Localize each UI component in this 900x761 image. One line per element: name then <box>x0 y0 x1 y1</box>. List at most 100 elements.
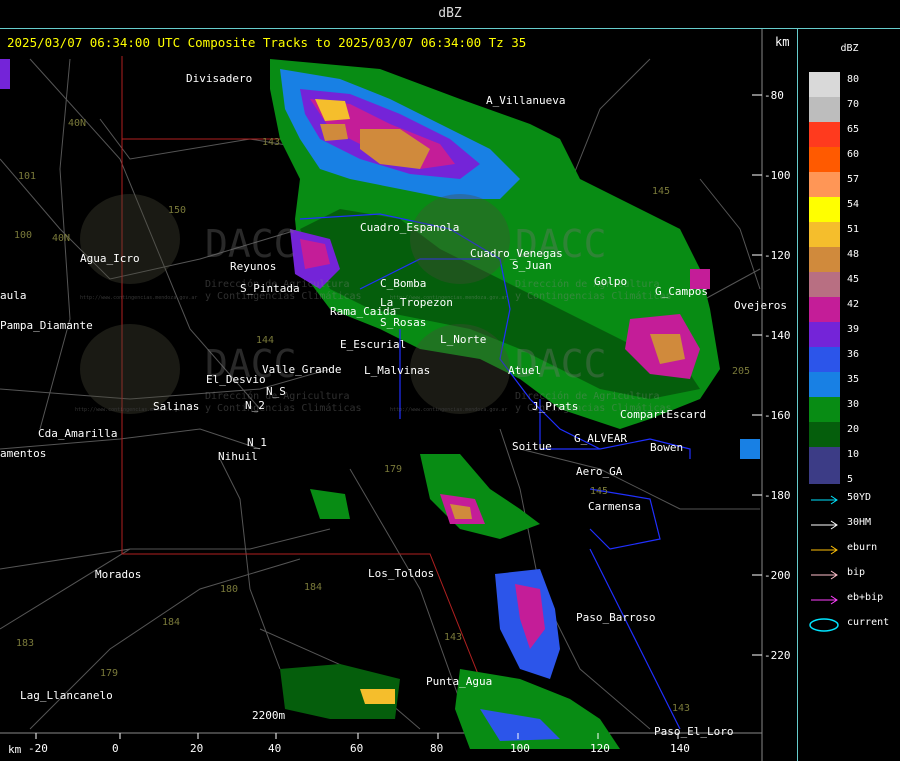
place-label: aula <box>0 289 27 302</box>
legend-track-label: current <box>847 617 890 628</box>
x-tick-label: 20 <box>190 742 203 755</box>
route-label: 184 <box>304 582 322 593</box>
place-label: El_Desvio <box>206 373 266 386</box>
place-label: Paso_El_Loro <box>654 725 733 738</box>
route-label: 145 <box>652 186 670 197</box>
place-label: Golpo <box>594 275 627 288</box>
legend-swatch <box>809 197 840 222</box>
watermark-url-1: http://www.contingencias.mendoza.gov.ar <box>80 295 197 301</box>
unit-label-bottom: km <box>8 743 22 756</box>
y-tick-label: -80 <box>764 89 784 102</box>
route-label: 143 <box>262 137 280 148</box>
place-label: Soitue <box>512 440 552 453</box>
title-bar: dBZ <box>0 0 900 29</box>
x-tick-label: 120 <box>590 742 610 755</box>
place-label: La_Tropezon <box>380 296 453 309</box>
x-tick-label: 80 <box>430 742 443 755</box>
legend-swatch <box>809 122 840 147</box>
track-arrow-icon <box>811 545 838 555</box>
place-label: Salinas <box>153 400 199 413</box>
y-tick-label: -220 <box>764 649 791 662</box>
legend-value: 80 <box>847 74 860 85</box>
place-label: CompartEscard <box>620 408 706 421</box>
legend-swatch <box>809 97 840 122</box>
place-label: Ovejeros <box>734 299 787 312</box>
route-label: 150 <box>168 205 186 216</box>
legend-track-50yd: 50YD <box>809 492 899 508</box>
place-label: A_Villanueva <box>486 94 565 107</box>
route-label: 145 <box>590 486 608 497</box>
legend-track-30hm: 30HM <box>809 517 899 533</box>
legend-value: 35 <box>847 374 860 385</box>
legend-value: 30 <box>847 399 860 410</box>
place-label: Valle_Grande <box>262 363 341 376</box>
place-label: Divisadero <box>186 72 252 85</box>
legend-value: 54 <box>847 199 860 210</box>
place-label: Carmensa <box>588 500 641 513</box>
track-arrow-icon <box>811 570 838 580</box>
y-tick-label: -160 <box>764 409 791 422</box>
place-label: Los_Toldos <box>368 567 434 580</box>
legend-value: 60 <box>847 149 860 160</box>
y-tick-label: -180 <box>764 489 791 502</box>
place-label: Cda_Amarilla <box>38 427 117 440</box>
route-label: 40N <box>68 118 86 129</box>
route-label: 143 <box>444 632 462 643</box>
watermark-sub2-3: y Contingencias Climáticas <box>515 290 672 302</box>
place-label: Nihuil <box>218 450 258 463</box>
route-label: 180 <box>220 584 238 595</box>
x-tick-label: 0 <box>112 742 119 755</box>
place-label: Paso_Barroso <box>576 611 655 624</box>
watermark-sub1-3: Dirección de Agricultura <box>515 278 660 290</box>
x-tick-label: 40 <box>268 742 281 755</box>
place-label: Agua_Icro <box>80 252 140 265</box>
legend-track-current: current <box>809 617 899 633</box>
x-tick-label: 60 <box>350 742 363 755</box>
unit-label-top: km <box>775 35 790 49</box>
place-label: Bowen <box>650 441 683 454</box>
legend-swatch <box>809 347 840 372</box>
place-label: N_1 <box>247 436 267 449</box>
place-label: 2200m <box>252 709 285 722</box>
place-label: Morados <box>95 568 141 581</box>
place-label: Cuadro_Venegas <box>470 247 563 260</box>
route-label: 100 <box>14 230 32 241</box>
map-headline: 2025/03/07 06:34:00 UTC Composite Tracks… <box>7 35 527 50</box>
y-tick-label: -120 <box>764 249 791 262</box>
legend-track-bip: bip <box>809 567 899 583</box>
legend-swatch <box>809 372 840 397</box>
legend-swatch <box>809 72 840 97</box>
legend-track-label: eburn <box>847 542 878 553</box>
place-label: Atuel <box>508 364 541 377</box>
watermark-sub2-2: y Contingencias Climáticas <box>205 402 362 414</box>
legend-track-label: 30HM <box>847 517 872 528</box>
place-label: E_Escurial <box>340 338 406 351</box>
legend-value: 45 <box>847 274 860 285</box>
place-label: S_Rosas <box>380 316 426 329</box>
route-label: 144 <box>256 335 274 346</box>
legend-swatch <box>809 172 840 197</box>
legend-swatch <box>809 472 840 484</box>
place-label: Reyunos <box>230 260 276 273</box>
route-label: 184 <box>162 617 180 628</box>
legend-swatch <box>809 247 840 272</box>
track-arrow-icon <box>811 595 838 605</box>
legend-value: 48 <box>847 249 860 260</box>
y-tick-label: -200 <box>764 569 791 582</box>
legend-value: 65 <box>847 124 860 135</box>
place-label: S_Juan <box>512 259 552 272</box>
track-arrow-icon <box>811 520 838 530</box>
place-label: S_Pintada <box>240 282 300 295</box>
place-label: N_S <box>266 385 286 398</box>
legend-value: 51 <box>847 224 860 235</box>
x-tick-label: 140 <box>670 742 690 755</box>
legend-value: 70 <box>847 99 860 110</box>
place-label: L_Malvinas <box>364 364 430 377</box>
track-arrow-icon <box>811 495 838 505</box>
legend-track-label: 50YD <box>847 492 872 503</box>
legend-value: 5 <box>847 474 854 485</box>
legend-swatch <box>809 322 840 347</box>
legend-value: 36 <box>847 349 860 360</box>
radar-map[interactable]: DACC DACC DACC DACC Dirección de Agricul… <box>0 29 798 761</box>
place-label: Lag_Llancanelo <box>20 689 113 702</box>
